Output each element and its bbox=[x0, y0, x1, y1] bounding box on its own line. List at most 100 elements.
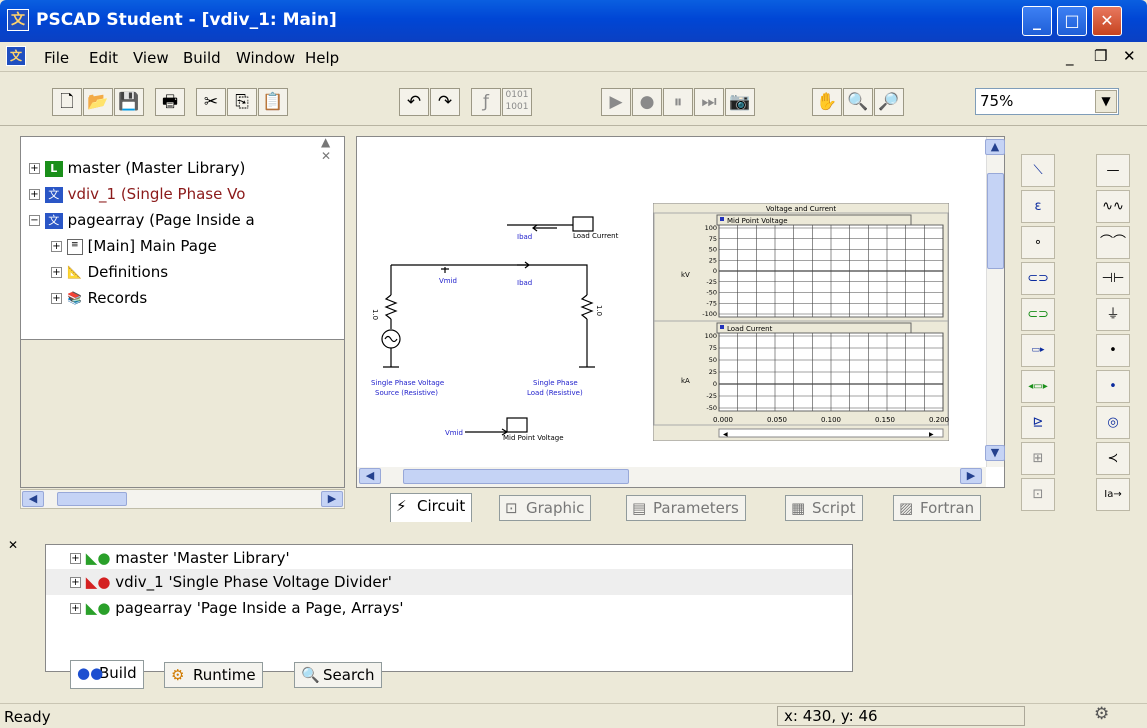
build-row-pagearray[interactable]: + ◣● pagearray 'Page Inside a Page, Arra… bbox=[70, 595, 404, 621]
redo-icon[interactable]: ↷ bbox=[430, 88, 460, 116]
paste-icon[interactable]: 📋 bbox=[258, 88, 288, 116]
tree-item-main-page[interactable]: + ≡ [Main] Main Page bbox=[51, 237, 341, 255]
switch-icon[interactable]: ⊡ bbox=[1021, 478, 1055, 511]
scroll-up-icon[interactable]: ▲ bbox=[985, 139, 1005, 155]
output-close-icon[interactable]: ✕ bbox=[8, 538, 18, 552]
scroll-left-icon[interactable]: ◀ bbox=[359, 468, 381, 484]
binary-icon[interactable]: 0101 1001 bbox=[502, 88, 532, 116]
plot-load-current: Load Current kA 100 75 50 25 0 -25 -50 bbox=[653, 320, 949, 426]
canvas-horizontal-scrollbar[interactable]: ◀ ▶ bbox=[357, 467, 986, 487]
menu-window[interactable]: Window bbox=[236, 49, 295, 67]
doc-close-icon[interactable]: ✕ bbox=[1123, 47, 1136, 65]
resistor-icon[interactable]: ∿∿ bbox=[1096, 190, 1130, 223]
workspace-tree-panel: ▲ ✕ + L master (Master Library) + 文 vdiv… bbox=[20, 135, 345, 340]
close-button[interactable]: ✕ bbox=[1092, 6, 1122, 36]
tab-script[interactable]: ▦ Script bbox=[785, 495, 863, 521]
build-icon: ●● bbox=[77, 664, 104, 682]
scroll-right-icon[interactable]: ▶ bbox=[321, 491, 343, 507]
expand-icon[interactable]: + bbox=[51, 293, 62, 304]
scroll-thumb[interactable] bbox=[57, 492, 127, 506]
zoom-select[interactable]: 75% ▼ bbox=[975, 88, 1119, 115]
data-in-icon[interactable]: ◂▭▸ bbox=[1021, 370, 1055, 403]
capacitor-icon[interactable]: ⊣⊢ bbox=[1096, 262, 1130, 295]
canvas-vertical-scrollbar[interactable]: ▲ ▼ bbox=[985, 137, 1005, 467]
tree-item-definitions[interactable]: + 📐 Definitions bbox=[51, 263, 341, 281]
tree-item-pagearray[interactable]: − 文 pagearray (Page Inside a bbox=[29, 211, 344, 229]
app-icon[interactable]: 文 bbox=[7, 9, 29, 31]
menu-view[interactable]: View bbox=[133, 49, 169, 67]
expand-icon[interactable]: + bbox=[70, 603, 81, 614]
data-out-icon[interactable]: ▭▸ bbox=[1021, 334, 1055, 367]
scroll-thumb[interactable] bbox=[987, 173, 1004, 269]
wire-icon[interactable]: ⟍ bbox=[1021, 154, 1055, 187]
menu-help[interactable]: Help bbox=[305, 49, 339, 67]
zoom-out-icon[interactable]: 🔎 bbox=[874, 88, 904, 116]
tab-runtime[interactable]: ⚙ Runtime bbox=[164, 662, 263, 688]
build-row-master[interactable]: + ◣● master 'Master Library' bbox=[70, 545, 290, 571]
expand-icon[interactable]: + bbox=[29, 163, 40, 174]
ammeter-icon[interactable]: ≺ bbox=[1096, 442, 1130, 475]
ground-icon[interactable]: ⏚ bbox=[1096, 298, 1130, 331]
scroll-thumb[interactable] bbox=[403, 469, 629, 484]
probe-icon[interactable]: ◎ bbox=[1096, 406, 1130, 439]
meter-icon[interactable]: ⊵ bbox=[1021, 406, 1055, 439]
workspace-horizontal-scrollbar[interactable]: ◀ ▶ bbox=[20, 489, 345, 509]
graph-scrollbar bbox=[718, 428, 944, 438]
scroll-left-icon[interactable]: ◀ bbox=[22, 491, 44, 507]
scroll-down-icon[interactable]: ▼ bbox=[985, 445, 1005, 461]
scroll-right-icon[interactable]: ▶ bbox=[960, 468, 982, 484]
current-arrow-icon[interactable]: Ia→ bbox=[1096, 478, 1130, 511]
circuit-canvas[interactable]: Ibad Vmid Ibad Single Phase Voltage Sour… bbox=[356, 136, 1005, 488]
tab-build[interactable]: ●● Build bbox=[70, 660, 144, 689]
copy-icon[interactable]: ⎘ bbox=[227, 88, 257, 116]
undo-icon[interactable]: ↶ bbox=[399, 88, 429, 116]
open-folder-icon[interactable]: 📂 bbox=[83, 88, 113, 116]
function-icon[interactable]: ƒ bbox=[471, 88, 501, 116]
bus-icon[interactable]: ⊂⊃ bbox=[1021, 262, 1055, 295]
line-icon[interactable]: — bbox=[1096, 154, 1130, 187]
expand-icon[interactable]: + bbox=[70, 553, 81, 564]
menu-file[interactable]: File bbox=[44, 49, 69, 67]
menu-build[interactable]: Build bbox=[183, 49, 221, 67]
expand-icon[interactable]: + bbox=[70, 577, 81, 588]
pan-hand-icon[interactable]: ✋ bbox=[812, 88, 842, 116]
tab-fortran[interactable]: ▨ Fortran bbox=[893, 495, 982, 521]
print-icon[interactable]: 🖶 bbox=[155, 88, 185, 116]
expand-icon[interactable]: + bbox=[29, 189, 40, 200]
build-row-vdiv[interactable]: + ◣● vdiv_1 'Single Phase Voltage Divide… bbox=[46, 569, 852, 595]
doc-restore-icon[interactable]: ❐ bbox=[1094, 47, 1107, 65]
new-file-icon[interactable]: 🗋 bbox=[52, 88, 82, 116]
expand-icon[interactable]: + bbox=[51, 241, 62, 252]
snapshot-icon[interactable]: 📷 bbox=[725, 88, 755, 116]
doc-minimize-icon[interactable]: _ bbox=[1066, 48, 1074, 66]
pause-icon[interactable]: ⏸ bbox=[663, 88, 693, 116]
tree-item-master[interactable]: + L master (Master Library) bbox=[29, 159, 344, 177]
cut-icon[interactable]: ✂ bbox=[196, 88, 226, 116]
dot-icon[interactable]: • bbox=[1096, 334, 1130, 367]
collapse-icon[interactable]: − bbox=[29, 215, 40, 226]
step-icon[interactable]: ⏭ bbox=[694, 88, 724, 116]
ibad-top-label: Ibad bbox=[517, 233, 532, 241]
junction-icon[interactable]: ⊂⊃ bbox=[1021, 298, 1055, 331]
tab-circuit[interactable]: ⚡ Circuit bbox=[390, 493, 473, 522]
tree-item-records[interactable]: + 📚 Records bbox=[51, 289, 341, 307]
inductor-icon[interactable]: ⌒⌒ bbox=[1096, 226, 1130, 259]
chevron-down-icon[interactable]: ▼ bbox=[1095, 90, 1117, 113]
document-icon[interactable]: 文 bbox=[6, 46, 26, 66]
maximize-button[interactable]: □ bbox=[1057, 6, 1087, 36]
tab-graphic[interactable]: ⊡ Graphic bbox=[499, 495, 592, 521]
tree-item-vdiv[interactable]: + 文 vdiv_1 (Single Phase Vo bbox=[29, 185, 344, 203]
blue-dot-icon[interactable]: • bbox=[1096, 370, 1130, 403]
zoom-in-icon[interactable]: 🔍 bbox=[843, 88, 873, 116]
breaker-icon[interactable]: ɛ bbox=[1021, 190, 1055, 223]
slider-icon[interactable]: ⊞ bbox=[1021, 442, 1055, 475]
save-icon[interactable]: 💾 bbox=[114, 88, 144, 116]
run-icon[interactable]: ▶ bbox=[601, 88, 631, 116]
expand-icon[interactable]: + bbox=[51, 267, 62, 278]
tab-search[interactable]: 🔍 Search bbox=[294, 662, 382, 688]
node-icon[interactable]: ∘ bbox=[1021, 226, 1055, 259]
tab-parameters[interactable]: ▤ Parameters bbox=[626, 495, 746, 521]
stop-icon[interactable]: ● bbox=[632, 88, 662, 116]
minimize-button[interactable]: _ bbox=[1022, 6, 1052, 36]
menu-edit[interactable]: Edit bbox=[89, 49, 118, 67]
